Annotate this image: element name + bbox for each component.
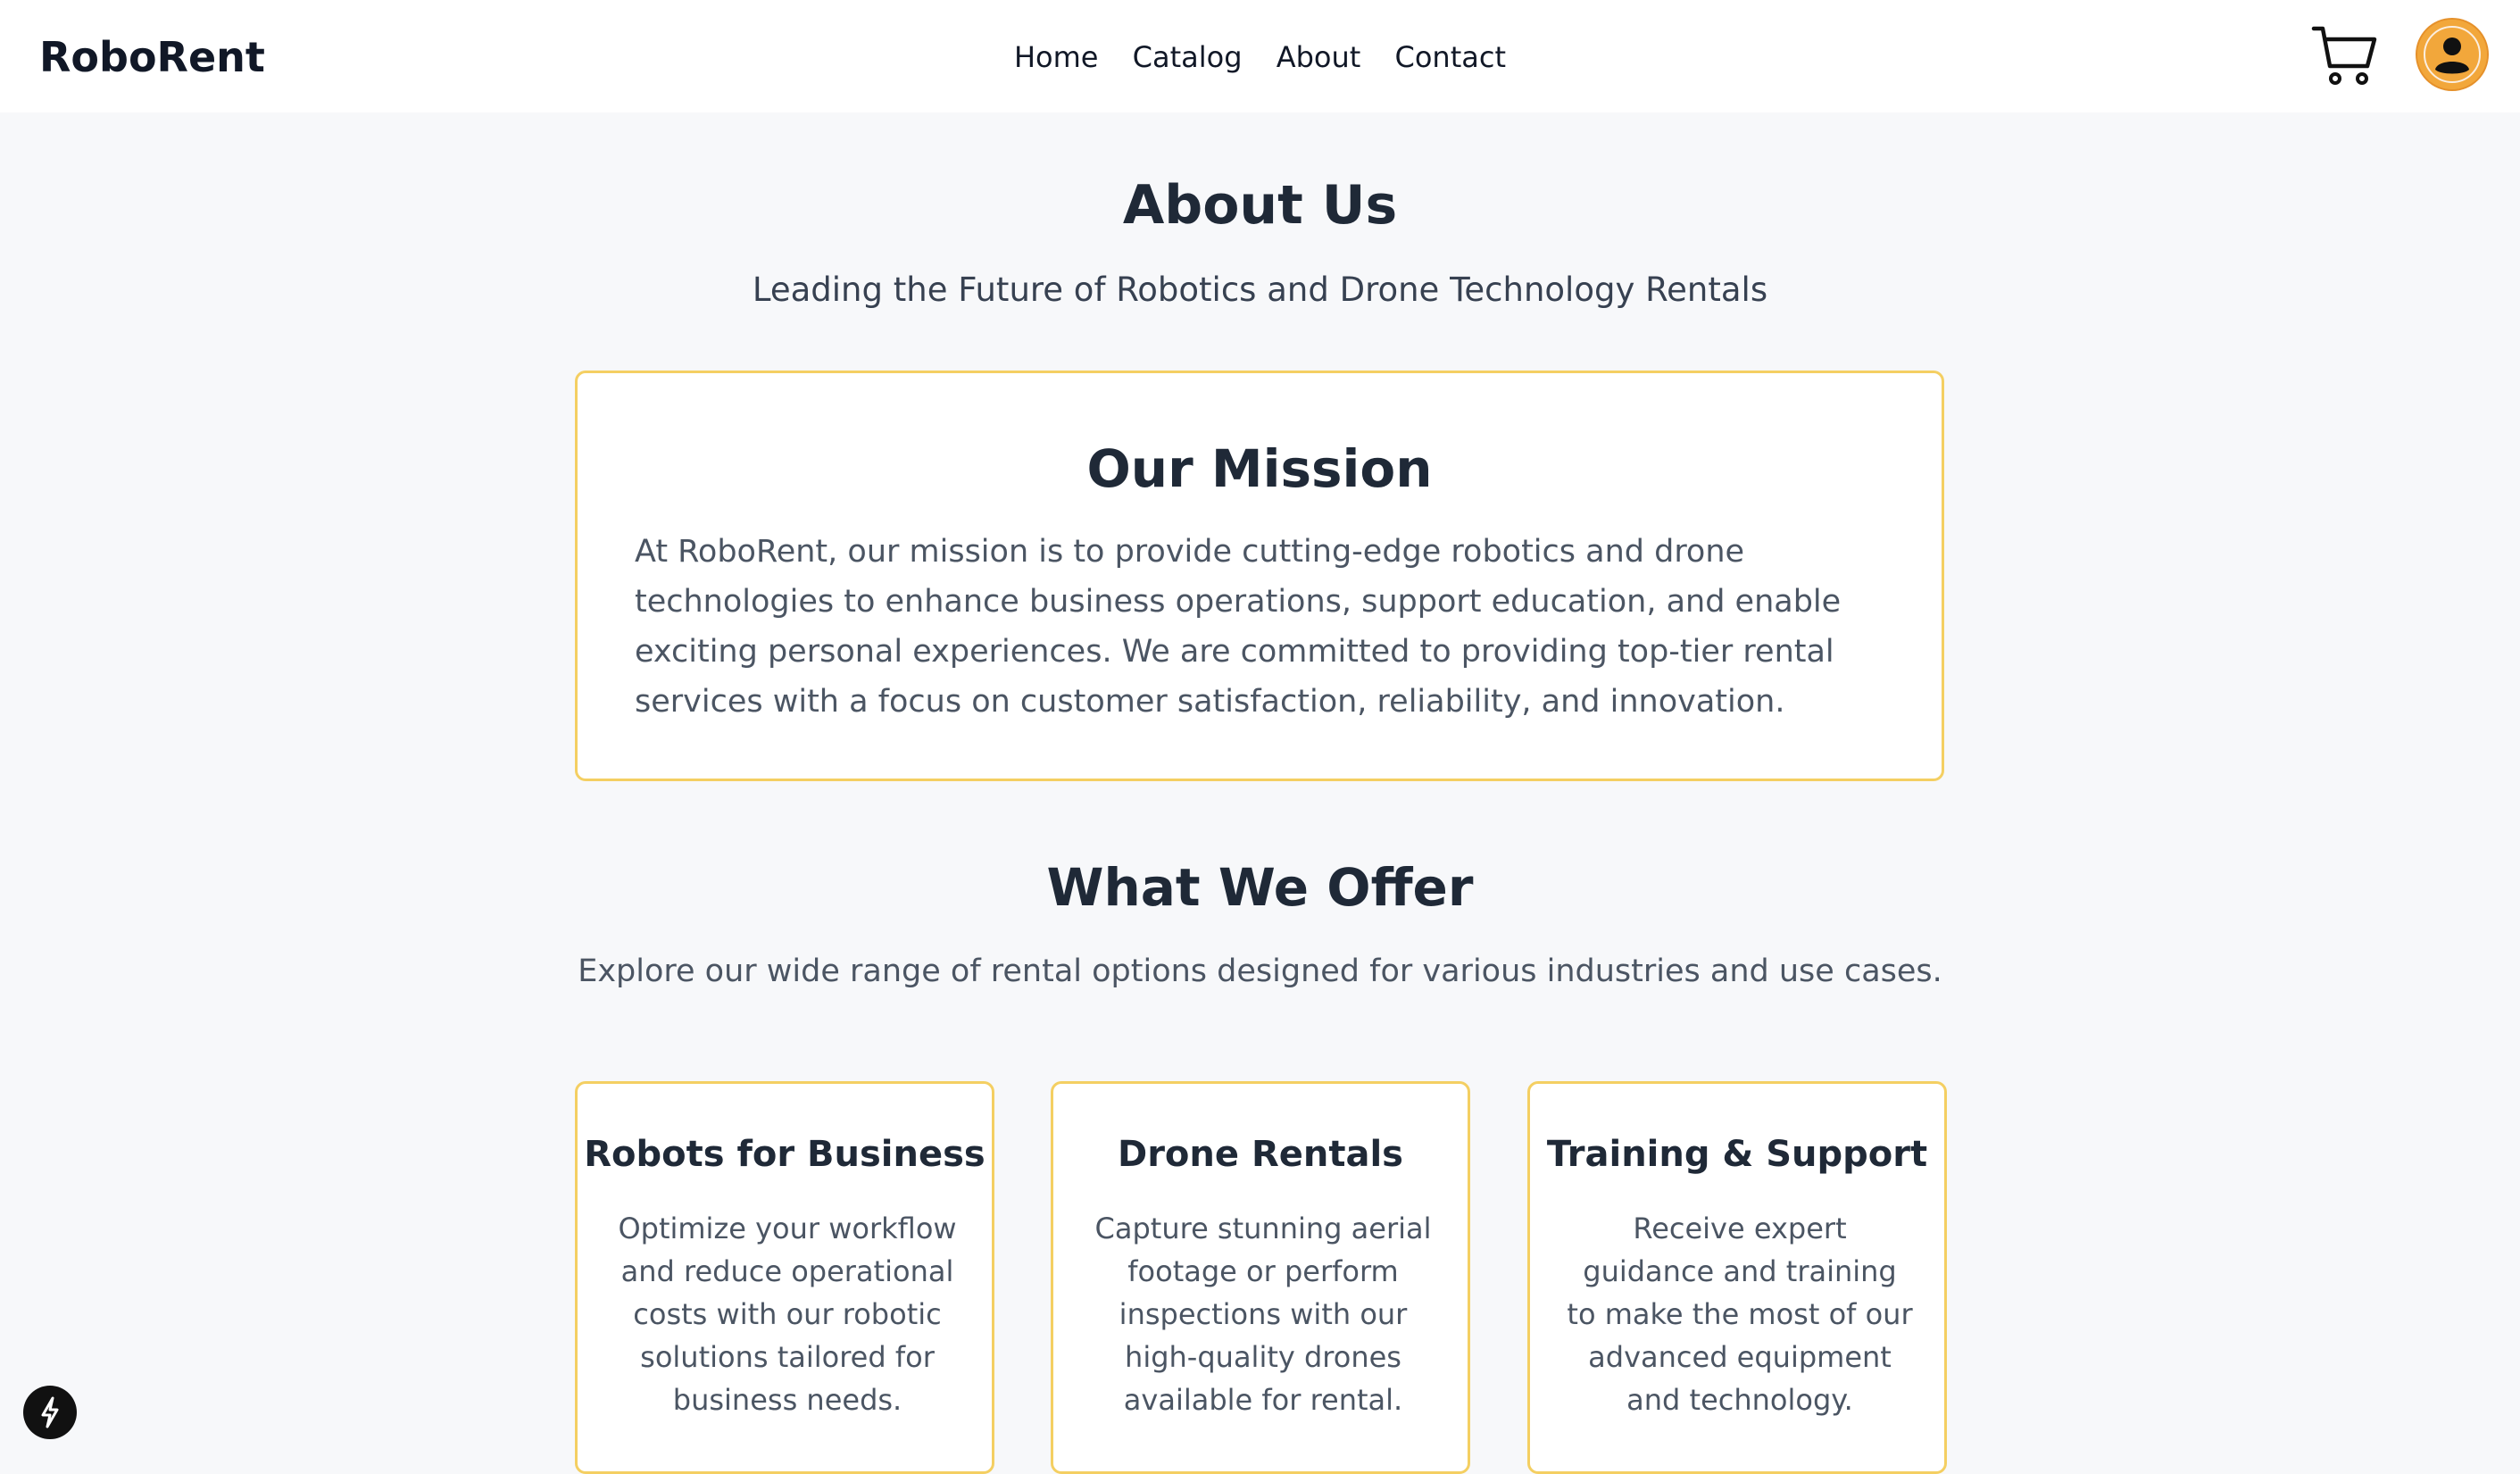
offer-card-robots-for-business: Robots for Business Optimize your workfl…	[575, 1081, 994, 1474]
main-nav: Home Catalog About Contact	[0, 37, 2520, 77]
top-navigation-bar: RoboRent Home Catalog About Contact	[0, 0, 2520, 112]
page-title: About Us	[1122, 174, 1398, 237]
user-avatar-icon[interactable]	[2417, 20, 2487, 89]
nav-catalog-link[interactable]: Catalog	[1133, 37, 1243, 77]
mission-card: Our Mission At RoboRent, our mission is …	[575, 371, 1944, 781]
page-subtitle: Leading the Future of Robotics and Drone…	[752, 271, 1768, 309]
cart-icon[interactable]	[2310, 23, 2378, 87]
nav-home-link[interactable]: Home	[1014, 37, 1099, 77]
offer-card-text: Optimize your workflow and reduce operat…	[618, 1212, 957, 1417]
offer-card-text: Capture stunning aerial footage or perfo…	[1094, 1212, 1432, 1417]
offer-card-title: Training & Support	[1546, 1134, 1928, 1175]
offer-card-text: Receive expert guidance and training to …	[1567, 1212, 1913, 1417]
offer-card-title: Drone Rentals	[1118, 1134, 1403, 1175]
nav-contact-link[interactable]: Contact	[1395, 37, 1507, 77]
mission-title: Our Mission	[1086, 438, 1433, 499]
offer-card-training-support: Training & Support Receive expert guidan…	[1527, 1081, 1947, 1474]
offer-section-title: What We Offer	[1046, 857, 1474, 918]
offer-card-drone-rentals: Drone Rentals Capture stunning aerial fo…	[1051, 1081, 1470, 1474]
nav-about-link[interactable]: About	[1277, 37, 1361, 77]
mission-text: At RoboRent, our mission is to provide c…	[635, 534, 1842, 720]
lightning-icon[interactable]	[23, 1386, 77, 1439]
offer-card-title: Robots for Business	[584, 1134, 986, 1175]
offer-section-subtitle: Explore our wide range of rental options…	[578, 954, 1942, 989]
